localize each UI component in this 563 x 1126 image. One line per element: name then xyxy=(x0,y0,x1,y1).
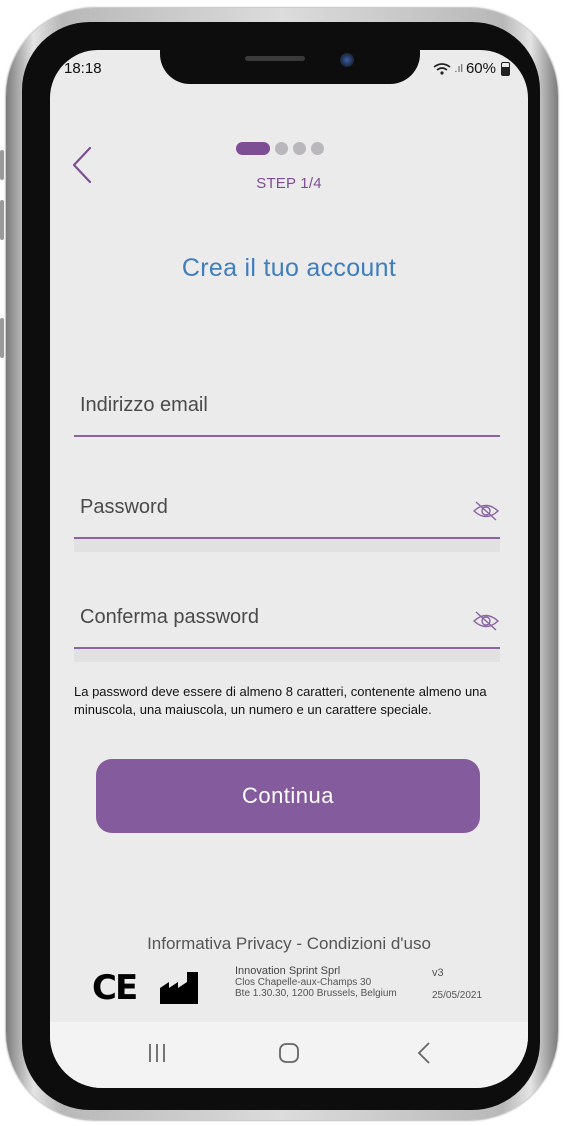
app-screen: 18:18 .ıl 60% STEP 1/4 Crea il tuo accou… xyxy=(50,50,528,1088)
confirm-password-underline-shadow xyxy=(74,649,500,662)
back-icon[interactable] xyxy=(414,1040,434,1066)
side-button xyxy=(0,200,4,240)
side-button xyxy=(0,150,4,180)
password-hint: La password deve essere di almeno 8 cara… xyxy=(74,684,487,717)
recent-apps-icon[interactable] xyxy=(146,1040,168,1066)
release-date: 25/05/2021 xyxy=(432,990,483,1001)
address-line-2: Bte 1.30.30, 1200 Brussels, Belgium xyxy=(235,988,397,999)
company-name: Innovation Sprint Sprl xyxy=(235,965,341,977)
email-field[interactable]: Indirizzo email xyxy=(74,380,500,440)
battery-icon xyxy=(501,61,510,76)
eye-off-icon[interactable] xyxy=(472,500,500,522)
version-label: v3 xyxy=(432,967,444,979)
signal-icon: .ıl xyxy=(454,62,463,75)
address-line-1: Clos Chapelle-aux-Champs 30 xyxy=(235,977,372,988)
eye-off-icon[interactable] xyxy=(472,610,500,632)
camera xyxy=(340,53,354,67)
manufacturer-info: Innovation Sprint Sprl Clos Chapelle-aux… xyxy=(235,965,397,1000)
confirm-password-field[interactable]: Conferma password xyxy=(74,592,500,664)
continue-button[interactable]: Continua xyxy=(96,759,480,833)
notch xyxy=(160,50,420,84)
battery-percent: 60% xyxy=(465,60,496,77)
home-icon[interactable] xyxy=(276,1040,302,1066)
page-title: Crea il tuo account xyxy=(181,254,397,282)
footer-links[interactable]: Informativa Privacy - Condizioni d'uso xyxy=(50,934,528,954)
step-dot xyxy=(293,142,306,155)
ce-mark: CE xyxy=(92,968,138,1008)
factory-icon xyxy=(160,972,198,1004)
email-label: Indirizzo email xyxy=(80,394,208,416)
system-nav-bar xyxy=(50,1022,528,1088)
step-label: STEP 1/4 xyxy=(256,175,322,192)
password-label: Password xyxy=(80,496,168,518)
status-time: 18:18 xyxy=(64,60,102,77)
side-button xyxy=(0,318,4,358)
step-dot-active xyxy=(236,142,270,155)
status-icons: .ıl 60% xyxy=(433,60,510,77)
step-dot xyxy=(311,142,324,155)
step-dot xyxy=(275,142,288,155)
password-field[interactable]: Password xyxy=(74,482,500,554)
speaker xyxy=(245,56,305,61)
password-underline-shadow xyxy=(74,539,500,552)
confirm-password-label: Conferma password xyxy=(80,606,259,628)
email-underline xyxy=(74,435,500,437)
wifi-icon xyxy=(433,62,451,75)
step-indicator xyxy=(236,142,324,155)
